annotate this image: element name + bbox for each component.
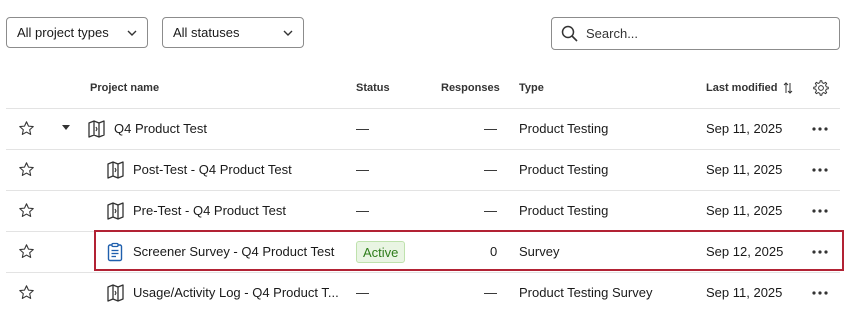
chevron-down-icon: [127, 30, 137, 36]
col-header-type[interactable]: Type: [519, 82, 544, 94]
caret-down-icon[interactable]: [61, 124, 71, 132]
project-name-link[interactable]: Usage/Activity Log - Q4 Product T...: [133, 285, 339, 300]
project-name-link[interactable]: Q4 Product Test: [114, 121, 207, 136]
sort-icon: [783, 82, 792, 94]
statuses-label: All statuses: [173, 25, 240, 40]
status-badge: Active: [356, 241, 406, 263]
status-value: —: [356, 285, 369, 300]
search-icon: [561, 25, 578, 42]
status-value: —: [356, 121, 369, 136]
col-header-status[interactable]: Status: [356, 82, 390, 94]
star-icon[interactable]: [18, 284, 35, 301]
table-row[interactable]: Post-Test - Q4 Product Test — — Product …: [6, 150, 840, 191]
filter-bar: All project types All statuses: [6, 17, 840, 50]
last-modified-value: Sep 11, 2025: [706, 285, 783, 300]
last-modified-value: Sep 12, 2025: [706, 244, 784, 259]
col-header-responses[interactable]: Responses: [441, 82, 500, 94]
project-name-link[interactable]: Post-Test - Q4 Product Test: [133, 162, 292, 177]
responses-value: 0: [490, 244, 498, 259]
responses-value: —: [484, 121, 497, 136]
gear-icon[interactable]: [812, 79, 830, 97]
table-row[interactable]: Q4 Product Test — — Product Testing Sep …: [6, 109, 840, 150]
star-icon[interactable]: [18, 161, 35, 178]
star-icon[interactable]: [18, 120, 35, 137]
product-test-icon: [88, 120, 105, 138]
responses-value: —: [484, 203, 497, 218]
chevron-down-icon: [283, 30, 293, 36]
responses-value: —: [484, 285, 497, 300]
type-value: Product Testing: [519, 162, 609, 177]
table-header: Project name Status Responses Type Last …: [6, 78, 840, 109]
last-modified-value: Sep 11, 2025: [706, 162, 783, 177]
type-value: Survey: [519, 244, 560, 259]
project-name-link[interactable]: Screener Survey - Q4 Product Test: [133, 244, 334, 259]
col-header-name[interactable]: Project name: [90, 82, 159, 94]
more-options-icon[interactable]: [809, 242, 831, 262]
more-options-icon[interactable]: [809, 160, 831, 180]
status-value: —: [356, 162, 369, 177]
star-icon[interactable]: [18, 243, 35, 260]
survey-clipboard-icon: [107, 242, 123, 262]
last-modified-value: Sep 11, 2025: [706, 121, 783, 136]
product-test-icon: [107, 161, 124, 179]
status-value: —: [356, 203, 369, 218]
project-types-label: All project types: [17, 25, 109, 40]
project-types-dropdown[interactable]: All project types: [6, 17, 148, 48]
table-row[interactable]: Pre-Test - Q4 Product Test — — Product T…: [6, 191, 840, 232]
project-name-link[interactable]: Pre-Test - Q4 Product Test: [133, 203, 286, 218]
table-row[interactable]: Usage/Activity Log - Q4 Product T... — —…: [6, 273, 840, 313]
type-value: Product Testing: [519, 121, 609, 136]
table-row[interactable]: Screener Survey - Q4 Product Test Active…: [6, 232, 840, 273]
more-options-icon[interactable]: [809, 119, 831, 139]
last-modified-value: Sep 11, 2025: [706, 203, 783, 218]
star-icon[interactable]: [18, 202, 35, 219]
product-test-icon: [107, 284, 124, 302]
search-box[interactable]: [551, 17, 840, 50]
responses-value: —: [484, 162, 497, 177]
last-modified-label: Last modified: [706, 82, 778, 94]
search-input[interactable]: [584, 25, 828, 42]
more-options-icon[interactable]: [809, 283, 831, 303]
col-header-last-modified[interactable]: Last modified: [706, 82, 793, 94]
product-test-icon: [107, 202, 124, 220]
more-options-icon[interactable]: [809, 201, 831, 221]
type-value: Product Testing Survey: [519, 285, 653, 300]
statuses-dropdown[interactable]: All statuses: [162, 17, 304, 48]
type-value: Product Testing: [519, 203, 609, 218]
